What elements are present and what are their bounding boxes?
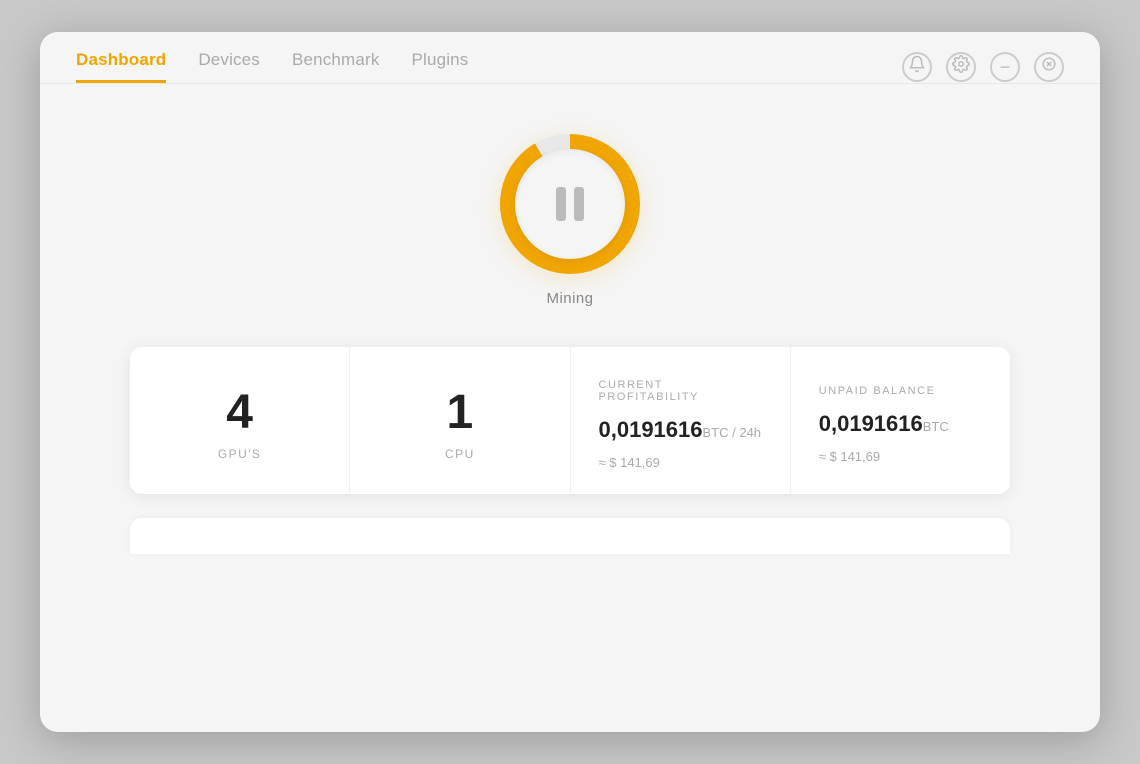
- pause-icon: [556, 187, 584, 221]
- notification-button[interactable]: [902, 52, 932, 82]
- app-window: Dashboard Devices Benchmark Plugins: [40, 32, 1100, 732]
- tab-plugins[interactable]: Plugins: [412, 50, 469, 83]
- cpu-stat-card: 1 CPU: [350, 347, 570, 494]
- mining-section: Mining: [500, 134, 640, 307]
- minimize-icon: −: [1000, 58, 1011, 76]
- tab-devices[interactable]: Devices: [198, 50, 260, 83]
- settings-icon: [952, 55, 970, 78]
- gpu-label: GPU'S: [218, 447, 262, 461]
- balance-unit: BTC: [923, 419, 949, 434]
- pause-bar-right: [574, 187, 584, 221]
- top-bar: Dashboard Devices Benchmark Plugins: [40, 32, 1100, 83]
- gpu-count: 4: [226, 389, 253, 437]
- gpu-stat-card: 4 GPU'S: [130, 347, 350, 494]
- mining-label: Mining: [547, 290, 594, 307]
- cpu-count: 1: [447, 389, 474, 437]
- balance-value: 0,0191616: [819, 411, 923, 437]
- close-button[interactable]: [1034, 52, 1064, 82]
- minimize-button[interactable]: −: [990, 52, 1020, 82]
- settings-button[interactable]: [946, 52, 976, 82]
- main-content: Mining 4 GPU'S 1 CPU CURRENT PROFITABILI…: [40, 84, 1100, 732]
- balance-card: UNPAID BALANCE 0,0191616 BTC ≈ $ 141,69: [791, 347, 1010, 494]
- tab-dashboard[interactable]: Dashboard: [76, 50, 166, 83]
- profitability-title: CURRENT PROFITABILITY: [599, 379, 762, 403]
- bottom-partial-card: [130, 518, 1010, 554]
- tab-benchmark[interactable]: Benchmark: [292, 50, 380, 83]
- mining-button[interactable]: [500, 134, 640, 274]
- cpu-label: CPU: [445, 447, 475, 461]
- window-controls: −: [902, 52, 1064, 82]
- notification-icon: [908, 55, 926, 78]
- profitability-card: CURRENT PROFITABILITY 0,0191616 BTC / 24…: [571, 347, 791, 494]
- profitability-unit: BTC / 24h: [703, 425, 762, 440]
- profitability-value: 0,0191616: [599, 417, 703, 443]
- nav-tabs: Dashboard Devices Benchmark Plugins: [76, 50, 468, 83]
- profitability-sub: ≈ $ 141,69: [599, 455, 660, 470]
- stats-row: 4 GPU'S 1 CPU CURRENT PROFITABILITY 0,01…: [130, 347, 1010, 494]
- mining-button-inner: [515, 149, 625, 259]
- balance-sub: ≈ $ 141,69: [819, 449, 880, 464]
- pause-bar-left: [556, 187, 566, 221]
- balance-title: UNPAID BALANCE: [819, 385, 936, 397]
- close-icon: [1042, 57, 1056, 76]
